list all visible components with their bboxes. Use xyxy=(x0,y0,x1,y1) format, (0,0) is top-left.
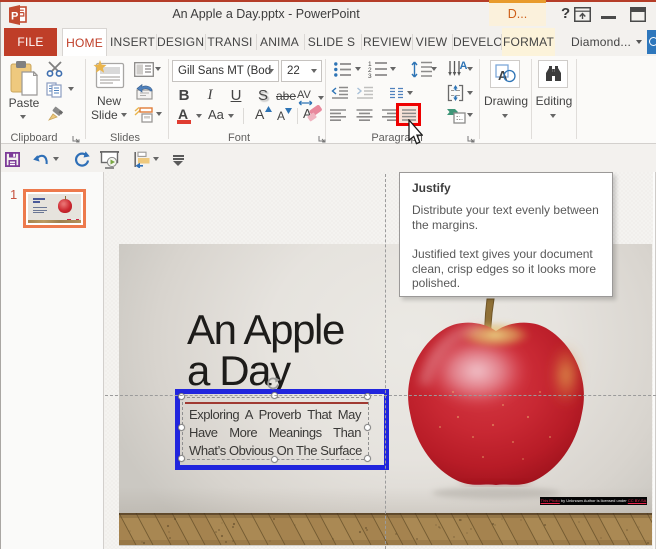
svg-text:AV: AV xyxy=(297,89,312,101)
svg-text:3: 3 xyxy=(368,73,372,78)
svg-text:P: P xyxy=(11,11,18,23)
